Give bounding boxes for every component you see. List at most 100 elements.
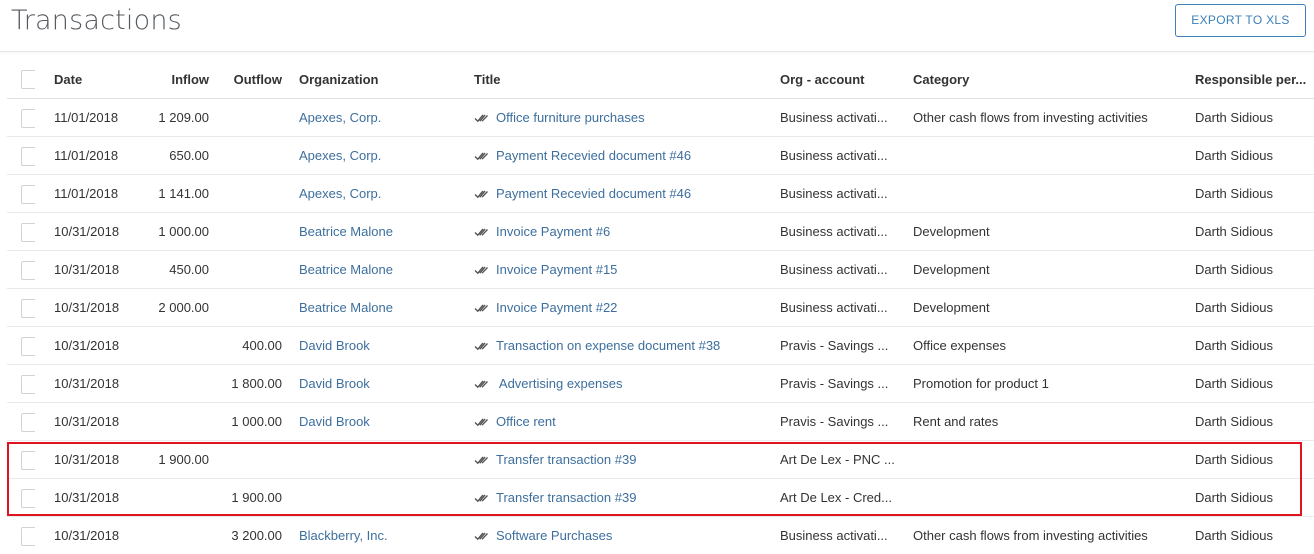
transaction-title-link[interactable]: Advertising expenses bbox=[496, 376, 623, 391]
table-row[interactable]: 10/31/2018 1 900.00 Art De Lex - Cred... Da… bbox=[7, 479, 1314, 517]
responsible-cell: Darth Sidious bbox=[1195, 224, 1274, 239]
header-select-cell bbox=[13, 61, 35, 98]
double-check-icon bbox=[474, 380, 489, 388]
date-cell: 10/31/2018 bbox=[54, 338, 120, 353]
row-select-cell bbox=[13, 479, 35, 516]
row-checkbox[interactable] bbox=[21, 489, 35, 508]
responsible-cell: Darth Sidious bbox=[1195, 148, 1274, 163]
responsible-cell: Darth Sidious bbox=[1195, 186, 1274, 201]
export-xls-button[interactable]: EXPORT TO XLS bbox=[1175, 4, 1306, 37]
row-checkbox[interactable] bbox=[21, 413, 35, 432]
table-row[interactable]: 10/31/2018 3 200.00 Blackberry, Inc. Busine… bbox=[7, 517, 1314, 554]
responsible-cell: Darth Sidious bbox=[1195, 528, 1274, 543]
inflow-cell bbox=[137, 365, 209, 402]
row-checkbox[interactable] bbox=[21, 185, 35, 204]
transaction-title-link[interactable]: Office rent bbox=[496, 414, 556, 429]
transaction-title-link[interactable]: Transfer transaction #39 bbox=[496, 490, 636, 505]
title-cell: Office rent bbox=[474, 403, 774, 440]
outflow-cell: 1 800.00 bbox=[231, 376, 282, 391]
column-header-responsible[interactable]: Responsible per... bbox=[1195, 61, 1310, 98]
transaction-title-link[interactable]: Invoice Payment #15 bbox=[496, 262, 617, 277]
category-cell bbox=[913, 137, 1181, 174]
double-check-icon bbox=[474, 342, 489, 350]
org-account-cell: Pravis - Savings ... bbox=[780, 338, 889, 353]
transaction-title-link[interactable]: Payment Recevied document #46 bbox=[496, 148, 691, 163]
table-row[interactable]: 10/31/2018 1 000.00 Beatrice Malone Busines… bbox=[7, 213, 1314, 251]
organization-link[interactable]: David Brook bbox=[299, 327, 464, 364]
table-row[interactable]: 10/31/2018 400.00 David Brook Pravis - Savi… bbox=[7, 327, 1314, 365]
organization-link[interactable]: Apexes, Corp. bbox=[299, 99, 464, 136]
row-select-cell bbox=[13, 289, 35, 326]
row-checkbox[interactable] bbox=[21, 109, 35, 128]
row-checkbox[interactable] bbox=[21, 375, 35, 394]
row-checkbox[interactable] bbox=[21, 451, 35, 470]
select-all-checkbox[interactable] bbox=[21, 70, 35, 89]
title-cell: Payment Recevied document #46 bbox=[474, 175, 774, 212]
transaction-title-link[interactable]: Invoice Payment #6 bbox=[496, 224, 610, 239]
title-cell: Invoice Payment #22 bbox=[474, 289, 774, 326]
row-checkbox[interactable] bbox=[21, 147, 35, 166]
row-checkbox[interactable] bbox=[21, 527, 35, 546]
table-row[interactable]: 11/01/2018 1 141.00 Apexes, Corp. Business … bbox=[7, 175, 1314, 213]
table-row[interactable]: 10/31/2018 1 900.00 Art De Lex - PNC ... Da… bbox=[7, 441, 1314, 479]
row-select-cell bbox=[13, 251, 35, 288]
column-header-date[interactable]: Date bbox=[54, 61, 144, 98]
date-cell: 11/01/2018 bbox=[54, 148, 119, 163]
org-account-cell: Art De Lex - PNC ... bbox=[780, 452, 895, 467]
date-cell: 10/31/2018 bbox=[54, 528, 120, 543]
column-header-title[interactable]: Title bbox=[474, 61, 774, 98]
organization-link[interactable]: Beatrice Malone bbox=[299, 213, 464, 250]
responsible-cell: Darth Sidious bbox=[1195, 376, 1274, 391]
organization-link[interactable]: Apexes, Corp. bbox=[299, 137, 464, 174]
org-account-cell: Art De Lex - Cred... bbox=[780, 490, 892, 505]
row-checkbox[interactable] bbox=[21, 299, 35, 318]
outflow-cell: 1 900.00 bbox=[231, 490, 282, 505]
transaction-title-link[interactable]: Transaction on expense document #38 bbox=[496, 338, 720, 353]
inflow-cell: 650.00 bbox=[169, 148, 209, 163]
table-body: 11/01/2018 1 209.00 Apexes, Corp. Business … bbox=[7, 99, 1314, 554]
column-header-outflow[interactable]: Outflow bbox=[212, 61, 282, 98]
inflow-cell: 1 900.00 bbox=[158, 452, 209, 467]
row-checkbox[interactable] bbox=[21, 261, 35, 280]
row-checkbox[interactable] bbox=[21, 223, 35, 242]
column-header-category[interactable]: Category bbox=[913, 61, 1181, 98]
table-row[interactable]: 10/31/2018 1 000.00 David Brook Pravis - Sa… bbox=[7, 403, 1314, 441]
transaction-title-link[interactable]: Payment Recevied document #46 bbox=[496, 186, 691, 201]
column-header-organization[interactable]: Organization bbox=[299, 61, 464, 98]
column-header-inflow[interactable]: Inflow bbox=[137, 61, 209, 98]
double-check-icon bbox=[474, 494, 489, 502]
organization-link[interactable]: Blackberry, Inc. bbox=[299, 517, 464, 554]
row-checkbox[interactable] bbox=[21, 337, 35, 356]
category-cell bbox=[913, 479, 1181, 516]
title-cell: Transfer transaction #39 bbox=[474, 479, 774, 516]
title-cell: Payment Recevied document #46 bbox=[474, 137, 774, 174]
outflow-cell bbox=[212, 251, 282, 288]
category-cell: Rent and rates bbox=[913, 414, 999, 429]
transaction-title-link[interactable]: Transfer transaction #39 bbox=[496, 452, 636, 467]
category-cell: Office expenses bbox=[913, 338, 1006, 353]
table-row[interactable]: 10/31/2018 1 800.00 David Brook Pravis - Sa… bbox=[7, 365, 1314, 403]
transaction-title-link[interactable]: Software Purchases bbox=[496, 528, 612, 543]
row-select-cell bbox=[13, 327, 35, 364]
page-header: Transactions EXPORT TO XLS bbox=[0, 0, 1314, 52]
organization-link[interactable]: Apexes, Corp. bbox=[299, 175, 464, 212]
organization-link[interactable]: Beatrice Malone bbox=[299, 289, 464, 326]
transaction-title-link[interactable]: Invoice Payment #22 bbox=[496, 300, 617, 315]
table-row[interactable]: 11/01/2018 1 209.00 Apexes, Corp. Business … bbox=[7, 99, 1314, 137]
responsible-cell: Darth Sidious bbox=[1195, 338, 1274, 353]
inflow-cell: 1 141.00 bbox=[158, 186, 209, 201]
title-cell: Transfer transaction #39 bbox=[474, 441, 774, 478]
organization-link[interactable]: David Brook bbox=[299, 403, 464, 440]
double-check-icon bbox=[474, 532, 489, 540]
responsible-cell: Darth Sidious bbox=[1195, 110, 1274, 125]
table-row[interactable]: 11/01/2018 650.00 Apexes, Corp. Business ac… bbox=[7, 137, 1314, 175]
table-row[interactable]: 10/31/2018 2 000.00 Beatrice Malone Busines… bbox=[7, 289, 1314, 327]
page-title: Transactions bbox=[11, 5, 182, 36]
transaction-title-link[interactable]: Office furniture purchases bbox=[496, 110, 645, 125]
table-row[interactable]: 10/31/2018 450.00 Beatrice Malone Business … bbox=[7, 251, 1314, 289]
organization-link[interactable]: Beatrice Malone bbox=[299, 251, 464, 288]
date-cell: 10/31/2018 bbox=[54, 452, 120, 467]
row-select-cell bbox=[13, 175, 35, 212]
organization-link[interactable]: David Brook bbox=[299, 365, 464, 402]
column-header-org-account[interactable]: Org - account bbox=[780, 61, 895, 98]
